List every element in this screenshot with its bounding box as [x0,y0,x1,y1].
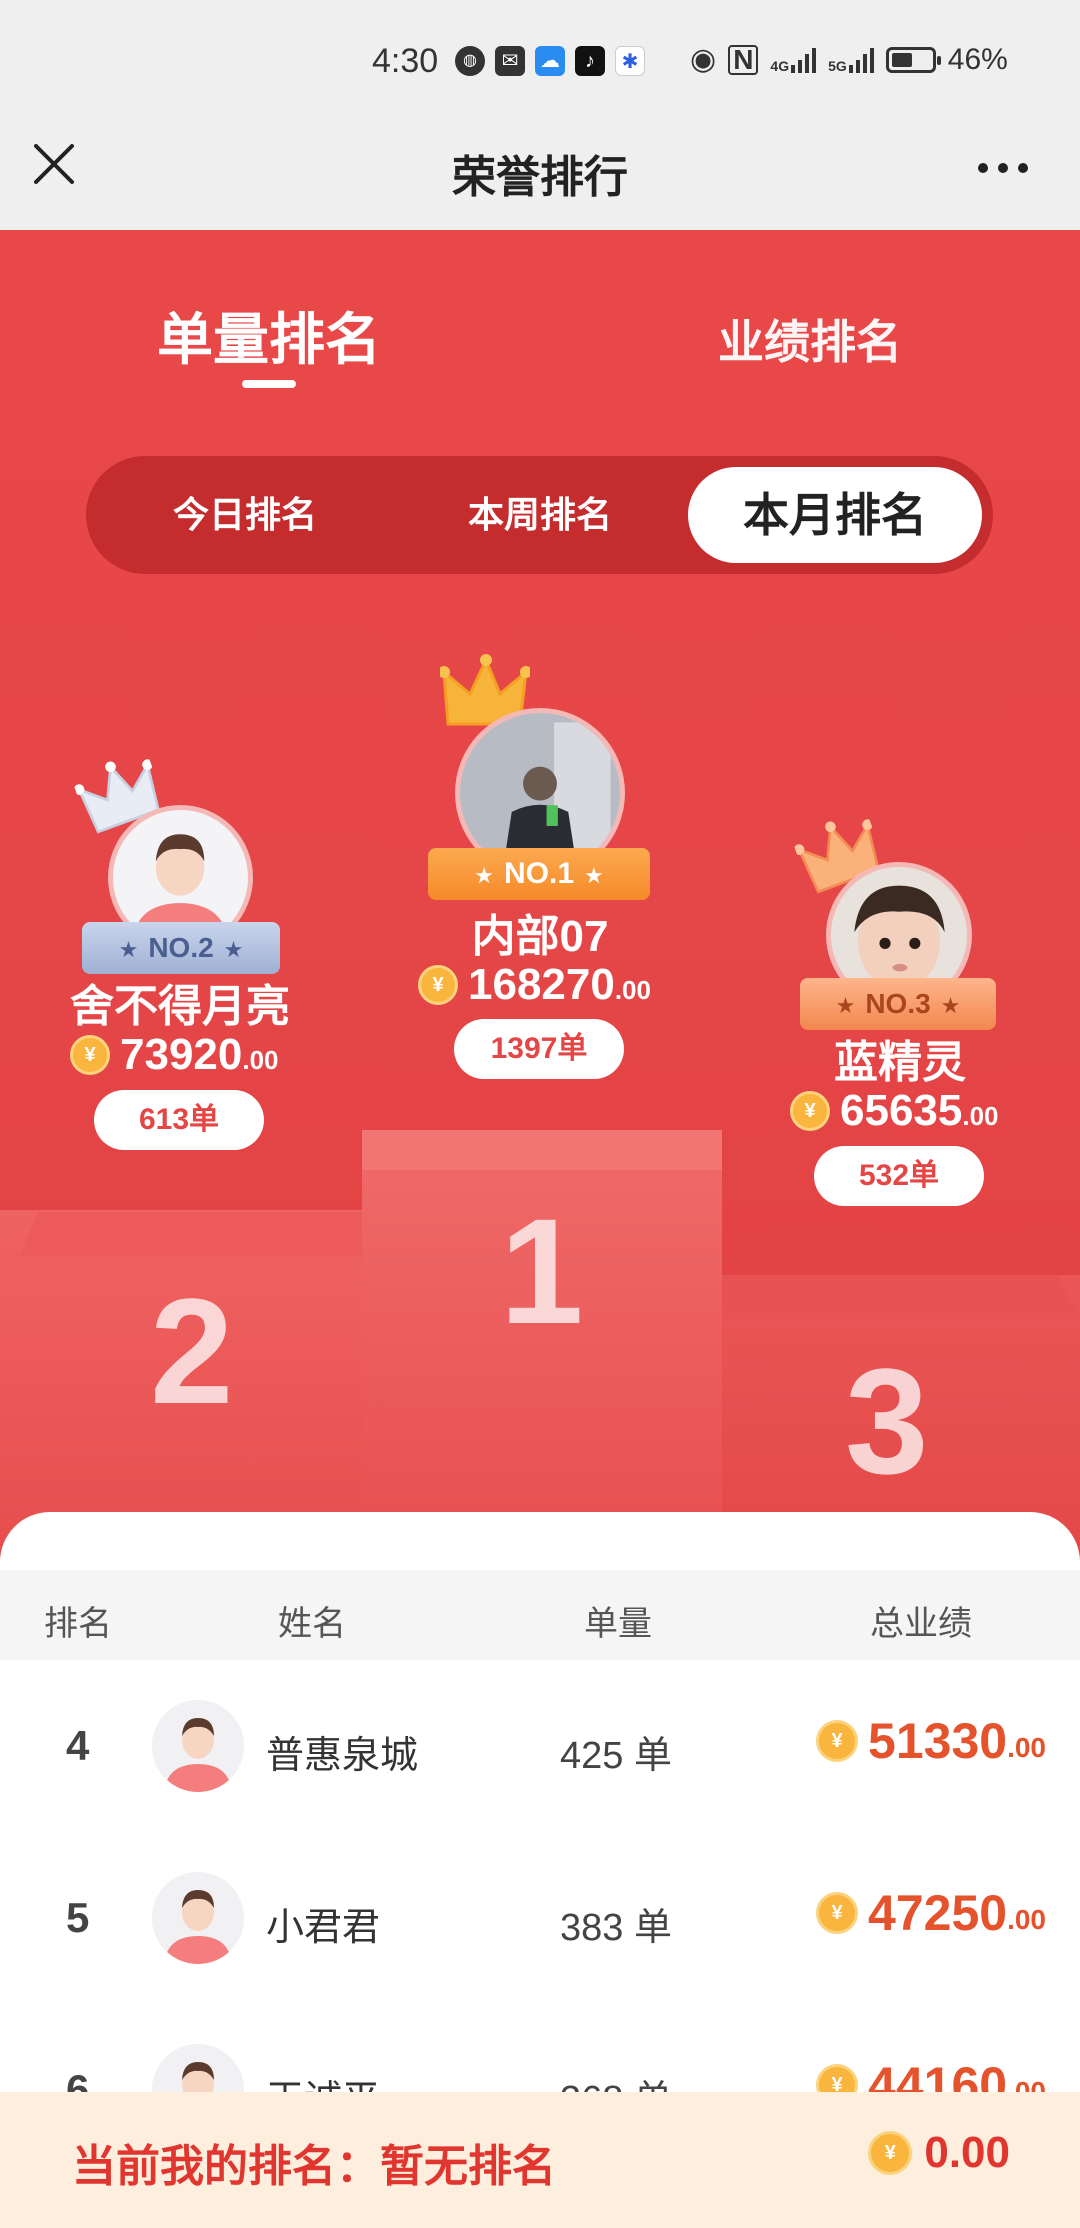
orders-pill-second: 613单 [94,1090,264,1150]
status-app-icons: ◍ ✉ ☁ ♪ ✱ [455,46,645,76]
row-rank: 5 [66,1894,90,1941]
winner-amount-first: ¥ 168270 .00 [418,960,651,1010]
page-title: 荣誉排行 [452,153,628,202]
default-avatar-icon [152,1872,244,1964]
winner-amount-second: ¥ 73920 .00 [70,1030,279,1080]
podium-second-top [20,1212,362,1256]
table-row[interactable]: 4 普惠泉城 425 单 ¥ 51330 .00 [0,1662,1080,1834]
battery-icon [885,46,941,73]
weather-icon: ☁ [535,46,565,76]
orders-pill-first: 1397单 [454,1019,624,1079]
coin-icon: ¥ [790,1091,830,1131]
row-amount: ¥ 51330 .00 [816,1712,1046,1770]
tab-performance-ranking[interactable]: 业绩排名 [718,306,902,372]
winner-amount-third: ¥ 65635 .00 [790,1086,999,1136]
tab-this-week[interactable]: 本周排名 [405,456,675,574]
header-total: 总业绩 [870,1605,972,1643]
tab-order-ranking[interactable]: 单量排名 [157,295,381,376]
row-amount: ¥ 47250 .00 [816,1884,1046,1942]
coin-icon: ¥ [418,965,458,1005]
signal-icon: 4G [770,47,817,73]
signal-icon-2: 5G [828,47,874,73]
row-orders: 425 单 [560,1735,672,1777]
default-avatar-icon [152,1700,244,1792]
status-right: ◉ N 4G 5G 46% [690,42,1008,77]
nfc-icon: N [728,44,759,75]
badge-no1: ★ NO.1 ★ [428,848,650,900]
tab-this-month[interactable]: 本月排名 [688,456,982,574]
coin-icon: ¥ [868,2131,913,2175]
coin-icon: ¥ [816,1720,859,1762]
winner-name-second: 舍不得月亮 [70,982,290,1031]
more-icon[interactable] [978,163,1028,173]
tiktok-icon: ♪ [575,46,605,76]
podium-number-3: 3 [845,1337,929,1505]
mail-icon: ✉ [495,46,525,76]
table-row[interactable]: 5 小君君 383 单 ¥ 47250 .00 [0,1834,1080,2006]
header-orders: 单量 [584,1605,652,1643]
row-name: 小君君 [266,1907,381,1949]
my-rank-amount: ¥ 0.00 [868,2128,1010,2178]
header-name: 姓名 [278,1605,346,1643]
row-name: 普惠泉城 [266,1735,419,1777]
winner-name-third: 蓝精灵 [834,1038,966,1087]
status-time: 4:30 [372,42,439,80]
podium-number-1: 1 [500,1187,584,1355]
baidu-icon: ✱ [615,46,645,76]
badge-no2: ★ NO.2 ★ [82,922,280,974]
header-rank: 排名 [44,1605,112,1643]
coin-icon: ¥ [70,1035,110,1075]
podium-number-2: 2 [150,1267,234,1435]
tab-today[interactable]: 今日排名 [110,456,380,574]
podium-first-top [362,1130,722,1170]
row-orders: 383 单 [560,1907,672,1949]
my-rank-label: 当前我的排名：暂无排名 [72,2142,556,2191]
podium-third-top [722,1275,1080,1319]
my-rank-value: 暂无排名 [380,2142,556,2191]
badge-no3: ★ NO.3 ★ [800,978,996,1030]
list-header: 排名 姓名 单量 总业绩 [0,1570,1080,1660]
tab-active-indicator [242,380,296,388]
wechat-icon: ◍ [455,46,485,76]
coin-icon: ¥ [816,1892,859,1934]
eye-icon: ◉ [690,43,717,76]
orders-pill-third: 532单 [814,1146,984,1206]
winner-name-first: 内部07 [471,912,609,961]
battery-percent: 46% [947,42,1008,76]
row-rank: 4 [66,1722,90,1769]
